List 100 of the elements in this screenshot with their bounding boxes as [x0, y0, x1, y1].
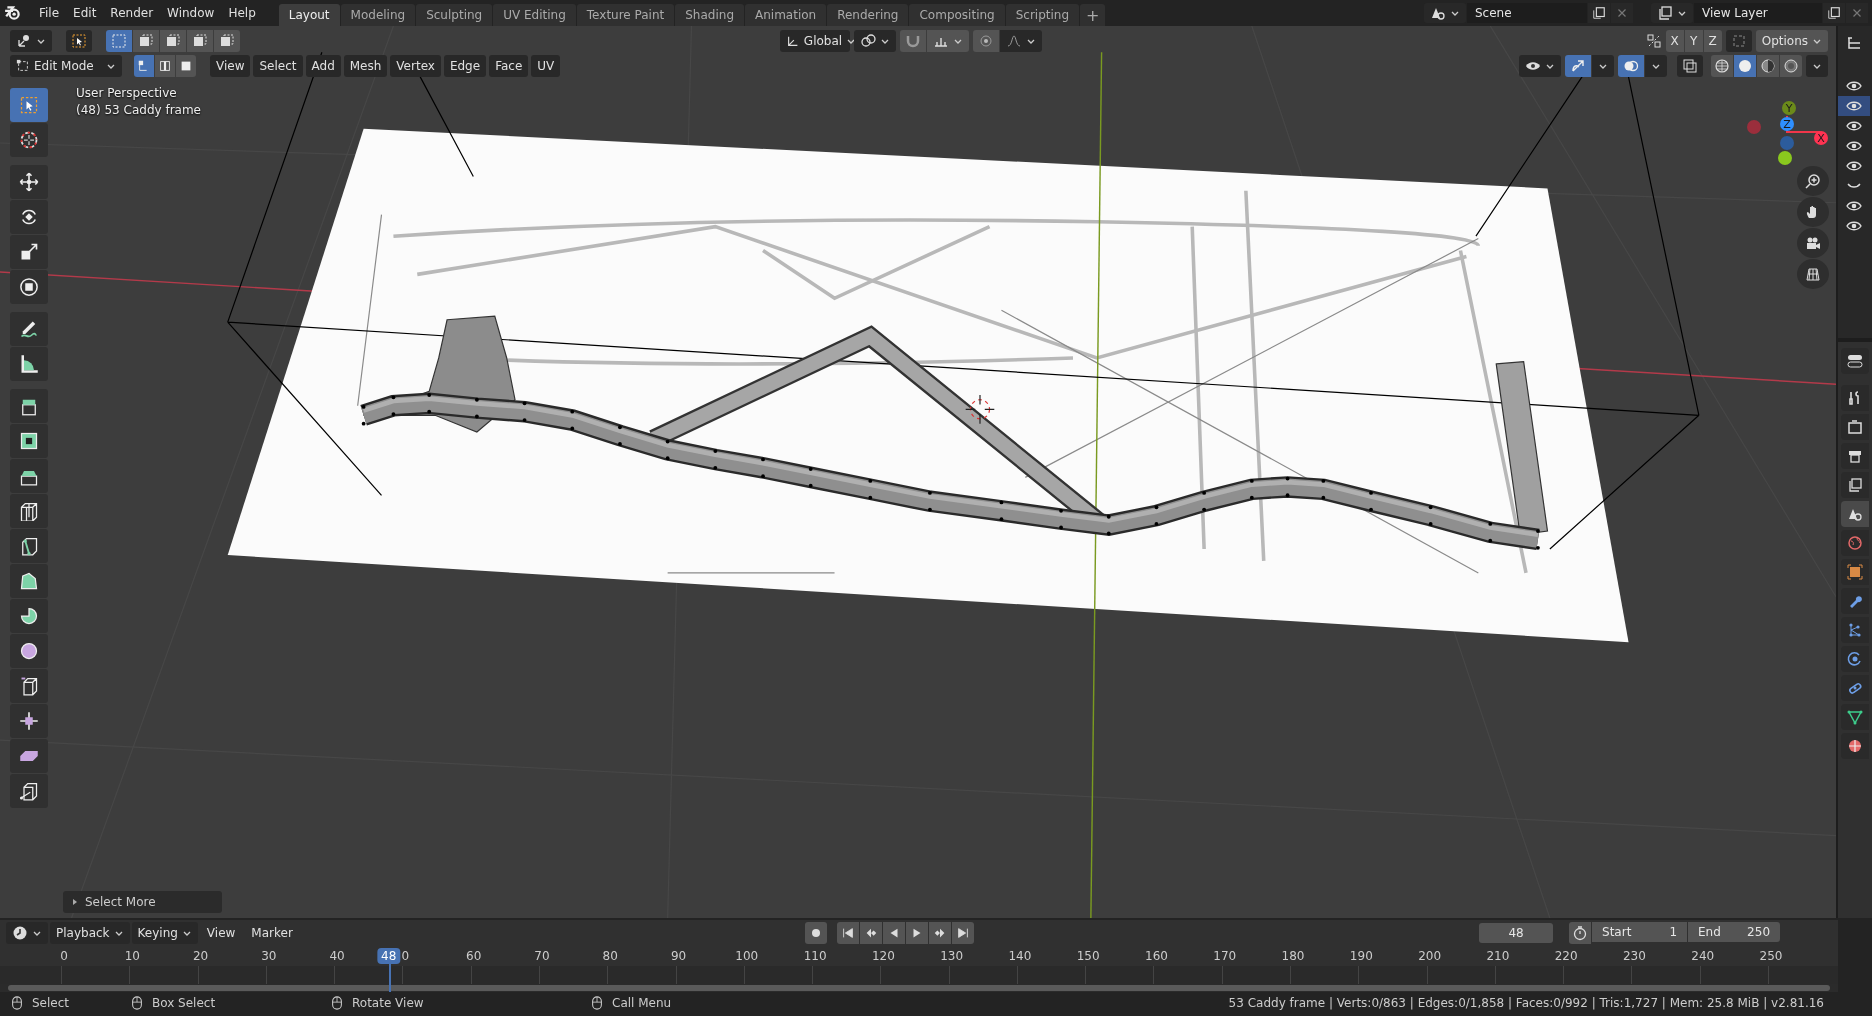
mirror-axis-toggle[interactable]: Y — [1684, 30, 1703, 52]
properties-tab[interactable] — [1841, 414, 1869, 440]
playhead[interactable]: 48 — [377, 948, 401, 964]
copy-button[interactable] — [1588, 3, 1610, 23]
snap-toggle[interactable] — [899, 30, 926, 52]
selection-mode-button[interactable] — [214, 30, 240, 52]
close-button[interactable] — [1611, 3, 1633, 23]
menu-item[interactable]: UV — [531, 55, 561, 77]
tool-button[interactable] — [10, 494, 48, 528]
properties-tab[interactable] — [1841, 559, 1869, 585]
menu-item[interactable]: File — [32, 2, 67, 24]
workspace-tab[interactable]: Layout — [278, 4, 340, 26]
tool-button[interactable] — [10, 529, 48, 563]
gizmo-axis-handle[interactable]: Y — [1782, 101, 1796, 115]
close-button[interactable] — [1846, 3, 1868, 23]
camera-button[interactable] — [1797, 228, 1829, 258]
properties-tab[interactable] — [1841, 733, 1869, 759]
playback-button[interactable] — [928, 922, 951, 944]
menu-dropdown[interactable]: Keying — [131, 922, 198, 944]
gizmo-dropdown[interactable] — [1592, 55, 1614, 77]
properties-tab[interactable] — [1841, 443, 1869, 469]
tool-button[interactable] — [10, 165, 48, 199]
record-button[interactable] — [804, 922, 827, 944]
menu-item[interactable]: Edit — [66, 2, 104, 24]
properties-tab[interactable] — [1841, 675, 1869, 701]
view-layer-selector[interactable] — [1651, 3, 1693, 23]
pan-button[interactable] — [1797, 197, 1829, 227]
shading-dropdown[interactable] — [1806, 55, 1828, 77]
preview-range-toggle[interactable] — [1569, 922, 1591, 944]
tool-button[interactable] — [10, 200, 48, 234]
tool-button[interactable] — [10, 634, 48, 668]
shading-mode-button[interactable] — [1780, 55, 1802, 77]
menu-item[interactable]: Marker — [244, 922, 300, 944]
selection-mode-button[interactable] — [133, 30, 159, 52]
selection-mode-button[interactable] — [160, 30, 186, 52]
selectability-dropdown[interactable] — [1519, 55, 1561, 77]
tool-button[interactable] — [10, 389, 48, 423]
proportional-edit-toggle[interactable] — [972, 30, 999, 52]
menu-item[interactable]: Help — [221, 2, 263, 24]
playback-button[interactable] — [951, 922, 974, 944]
perspective-grid-button[interactable] — [1797, 259, 1829, 289]
workspace-tab[interactable]: Texture Paint — [576, 4, 675, 26]
menu-item[interactable]: Add — [305, 55, 341, 77]
playback-button[interactable] — [836, 922, 859, 944]
overlay-dropdown[interactable] — [1645, 55, 1667, 77]
playback-button[interactable] — [882, 922, 905, 944]
tool-button[interactable] — [10, 599, 48, 633]
gizmo-toggle[interactable] — [1565, 55, 1591, 77]
start-frame-field[interactable]: Start 1 — [1592, 922, 1687, 942]
properties-tab[interactable] — [1841, 588, 1869, 614]
selection-mode-button[interactable] — [187, 30, 213, 52]
menu-item[interactable]: Window — [160, 2, 222, 24]
workspace-tab[interactable]: Modeling — [340, 4, 416, 26]
menu-item[interactable]: Select — [253, 55, 303, 77]
workspace-tab[interactable]: Compositing — [909, 4, 1005, 26]
last-operator-panel[interactable]: Select More — [63, 891, 222, 913]
workspace-tab[interactable]: Animation — [745, 4, 827, 26]
playback-button[interactable] — [859, 922, 882, 944]
editor-type-button[interactable] — [6, 922, 48, 944]
xray-toggle[interactable] — [1677, 55, 1703, 77]
options-dropdown[interactable]: Options — [1755, 30, 1828, 52]
workspace-tab[interactable]: Rendering — [827, 4, 909, 26]
active-tool-button[interactable] — [66, 30, 92, 52]
view-layer-name-field[interactable]: View Layer — [1694, 3, 1822, 23]
tool-button[interactable] — [10, 347, 48, 381]
zoom-button[interactable] — [1797, 166, 1829, 196]
current-frame-field[interactable]: 48 — [1479, 923, 1553, 943]
tool-button[interactable] — [10, 424, 48, 458]
tool-button[interactable] — [10, 312, 48, 346]
playback-button[interactable] — [905, 922, 928, 944]
properties-tab[interactable] — [1841, 472, 1869, 498]
properties-tab[interactable] — [1841, 617, 1869, 643]
add-workspace-button[interactable]: + — [1080, 4, 1106, 26]
menu-item[interactable]: Vertex — [390, 55, 441, 77]
end-frame-field[interactable]: End 250 — [1688, 922, 1780, 942]
select-mode-button[interactable] — [176, 55, 196, 77]
tool-button[interactable] — [10, 235, 48, 269]
menu-item[interactable]: Render — [103, 2, 161, 24]
scroll-bar[interactable] — [8, 985, 1830, 991]
shading-mode-button[interactable] — [1757, 55, 1779, 77]
workspace-tab[interactable]: Sculpting — [416, 4, 493, 26]
properties-tab[interactable] — [1841, 704, 1869, 730]
workspace-tab[interactable]: Scripting — [1005, 4, 1080, 26]
shading-mode-button[interactable] — [1734, 55, 1756, 77]
menu-item[interactable]: Mesh — [343, 55, 388, 77]
scene-selector[interactable] — [1424, 3, 1466, 23]
select-mode-button[interactable] — [134, 55, 154, 77]
falloff-dropdown[interactable] — [999, 30, 1042, 52]
visibility-toggle[interactable] — [1838, 96, 1870, 116]
tool-button[interactable] — [10, 270, 48, 304]
mode-dropdown[interactable]: Edit Mode — [10, 55, 122, 77]
editor-type-button[interactable] — [10, 30, 52, 52]
scene-name-field[interactable]: Scene — [1467, 3, 1587, 23]
menu-item[interactable]: View — [199, 922, 243, 944]
menu-dropdown[interactable]: Playback — [50, 922, 130, 944]
properties-tab[interactable] — [1841, 385, 1869, 411]
gizmo-axis-handle[interactable]: Z — [1780, 117, 1794, 131]
workspace-tab[interactable]: UV Editing — [493, 4, 576, 26]
properties-type-button[interactable] — [1841, 348, 1869, 374]
tool-button[interactable] — [10, 669, 48, 703]
